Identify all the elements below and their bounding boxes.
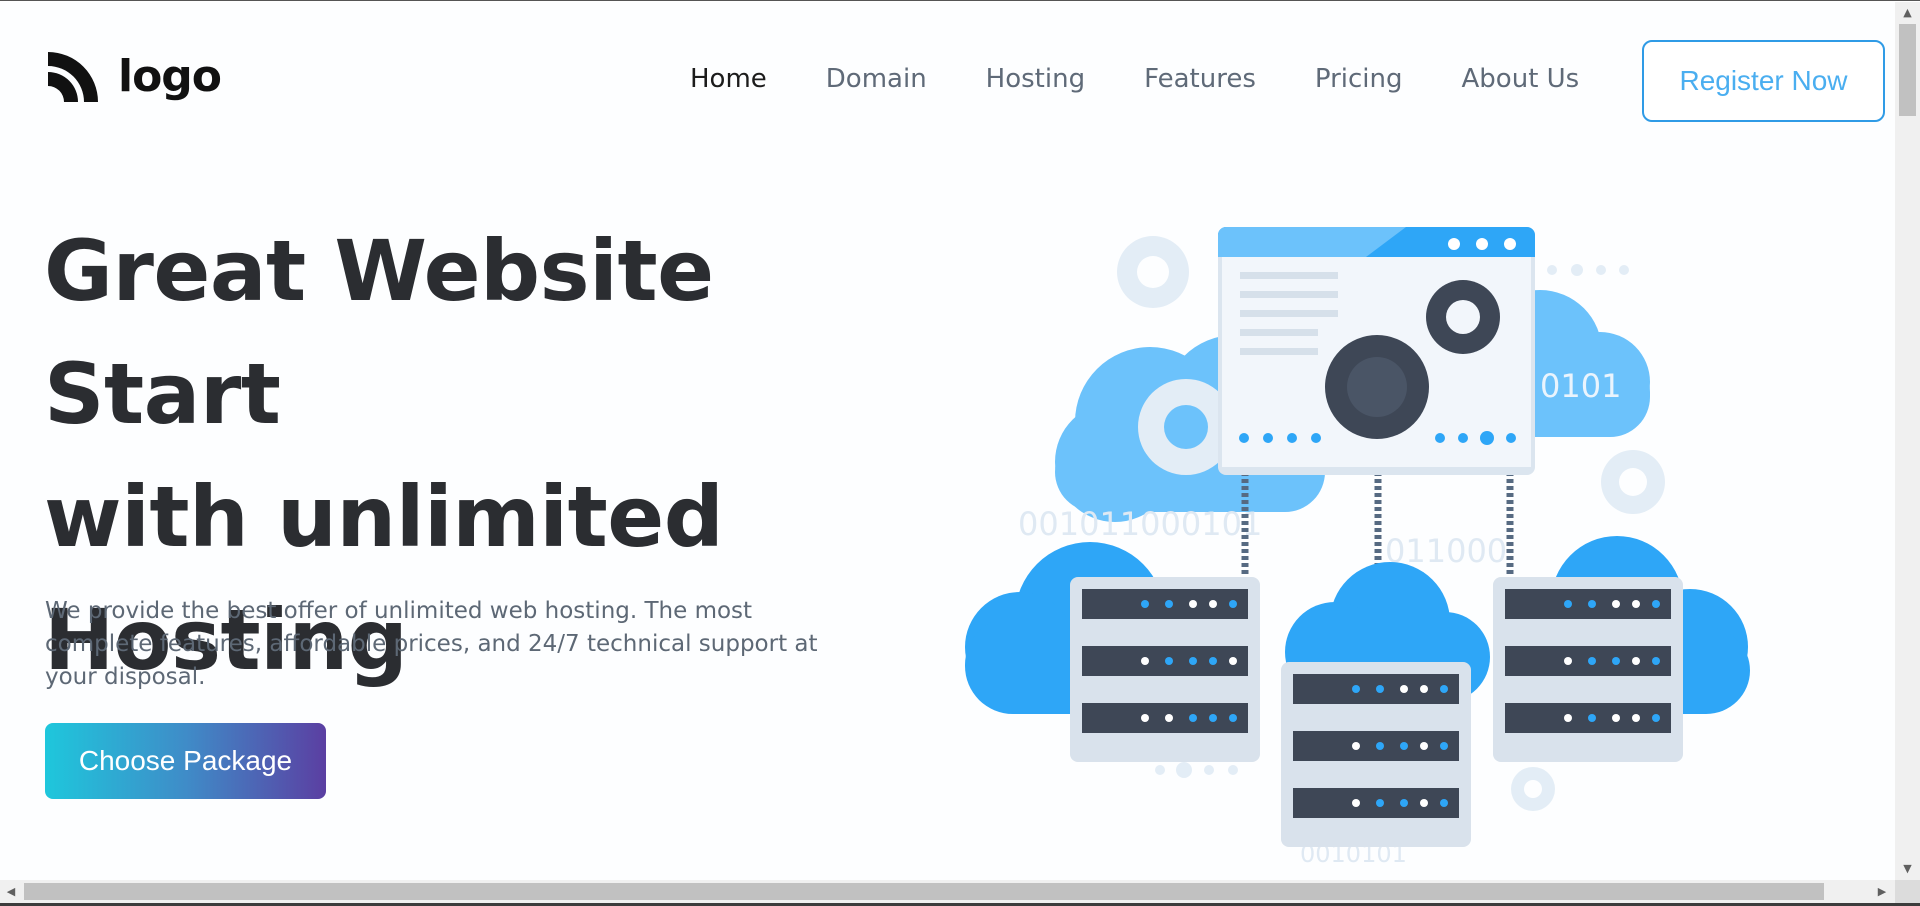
hosting-illustration: 0101 001011000101 011000 0010101 (965, 227, 1750, 868)
vertical-scroll-thumb[interactable] (1899, 24, 1916, 116)
scroll-left-arrow-icon[interactable]: ◀ (0, 880, 22, 903)
nav-features[interactable]: Features (1144, 64, 1256, 94)
gear-icon (1601, 450, 1665, 514)
vertical-scrollbar[interactable]: ▲ ▼ (1895, 2, 1920, 880)
gear-icon (1117, 236, 1189, 308)
nav-pricing[interactable]: Pricing (1315, 64, 1403, 94)
gear-icon (1325, 335, 1429, 439)
page-viewport: logo Home Domain Hosting Features Pricin… (0, 2, 1895, 880)
hero-description: We provide the best offer of unlimited w… (45, 598, 818, 690)
logo-text: logo (118, 50, 222, 102)
nav-home[interactable]: Home (690, 64, 767, 94)
browser-window-graphic (1218, 227, 1535, 475)
scroll-down-arrow-icon[interactable]: ▼ (1895, 858, 1920, 878)
server-icon (1070, 577, 1260, 762)
register-now-button[interactable]: Register Now (1642, 40, 1885, 122)
binary-text: 001011000101 (1018, 505, 1262, 543)
gear-icon (1426, 280, 1500, 354)
scrollbar-corner (1895, 880, 1920, 903)
main-nav: Home Domain Hosting Features Pricing Abo… (690, 64, 1579, 94)
hero-title-line-1: Great Website Start (44, 222, 714, 443)
nav-domain[interactable]: Domain (826, 64, 927, 94)
choose-package-button[interactable]: Choose Package (45, 723, 326, 799)
scroll-up-arrow-icon[interactable]: ▲ (1895, 2, 1920, 22)
logo[interactable]: logo (44, 46, 222, 106)
horizontal-scroll-thumb[interactable] (24, 883, 1824, 900)
gear-icon (1511, 767, 1555, 811)
scroll-right-arrow-icon[interactable]: ▶ (1871, 880, 1893, 903)
binary-text: 0101 (1540, 367, 1621, 405)
nav-hosting[interactable]: Hosting (986, 64, 1085, 94)
hero-title-line-2: with unlimited (44, 468, 724, 566)
horizontal-scrollbar[interactable]: ◀ ▶ (0, 880, 1895, 903)
server-icon (1281, 662, 1471, 847)
nav-about-us[interactable]: About Us (1462, 64, 1580, 94)
logo-icon (48, 52, 98, 102)
server-icon (1493, 577, 1683, 762)
browser-frame: logo Home Domain Hosting Features Pricin… (0, 0, 1920, 906)
